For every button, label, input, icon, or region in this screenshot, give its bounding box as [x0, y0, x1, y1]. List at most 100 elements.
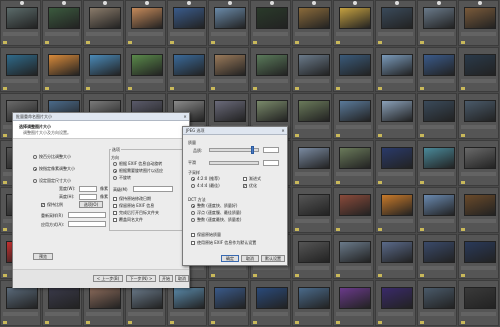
- thumbnail-cell[interactable]: [458, 93, 499, 140]
- thumbnail-cell[interactable]: [291, 93, 333, 140]
- apply-label: 应用方式(A):: [41, 222, 65, 227]
- check1-label: 保持原始修改日期: [119, 196, 151, 201]
- thumbnail-cell[interactable]: [0, 46, 41, 93]
- thumbnail-cell[interactable]: [333, 233, 374, 280]
- thumbnail-image: [464, 287, 497, 310]
- check3-checkbox[interactable]: [113, 211, 117, 215]
- option-fixed-radio[interactable]: [33, 179, 37, 183]
- thumbnail-cell[interactable]: [41, 0, 83, 46]
- jpeg-ok-button[interactable]: 确定: [221, 255, 239, 262]
- start-button[interactable]: 开始: [159, 275, 173, 282]
- rotate-opt3-radio[interactable]: [113, 176, 117, 180]
- thumbnail-cell[interactable]: [416, 46, 458, 93]
- use-exif-checkbox[interactable]: [191, 241, 195, 245]
- check1-checkbox[interactable]: [113, 197, 117, 201]
- thumbnail-cell[interactable]: [375, 140, 416, 186]
- thumbnail-cell[interactable]: [125, 46, 166, 93]
- thumbnail-cell[interactable]: [416, 0, 458, 46]
- thumbnail-cell[interactable]: [208, 0, 249, 46]
- options-button[interactable]: 选项(O): [79, 201, 103, 208]
- rotate-opt1-radio[interactable]: [113, 162, 117, 166]
- thumbnail-cell[interactable]: [375, 280, 416, 326]
- thumbnail-cell[interactable]: [416, 280, 458, 326]
- thumbnail-cell[interactable]: [416, 140, 458, 186]
- sampling-opt1-radio[interactable]: [191, 177, 195, 181]
- thumbnail-cell[interactable]: [333, 93, 374, 140]
- cancel-button[interactable]: 取消: [175, 275, 189, 282]
- thumbnail-cell[interactable]: [333, 46, 374, 93]
- advanced-select[interactable]: [133, 186, 173, 192]
- close-icon[interactable]: ✕: [181, 113, 189, 120]
- method-opt2-radio[interactable]: [191, 211, 195, 215]
- thumbnail-cell[interactable]: [208, 280, 249, 326]
- rotate-opt2-radio[interactable]: [113, 169, 117, 173]
- apply-select[interactable]: [68, 221, 106, 227]
- thumbnail-cell[interactable]: [166, 0, 208, 46]
- progressive-checkbox[interactable]: [243, 177, 247, 181]
- badge-icon: [353, 1, 358, 5]
- thumbnail-cell[interactable]: [333, 186, 374, 233]
- thumbnail-cell[interactable]: [208, 46, 249, 93]
- smoothing-input[interactable]: [263, 160, 279, 166]
- preview-button[interactable]: 预览: [33, 253, 53, 260]
- thumbnail-cell[interactable]: [416, 186, 458, 233]
- jpeg-close-icon[interactable]: ✕: [279, 127, 287, 134]
- thumbnail-cell[interactable]: [250, 0, 291, 46]
- thumbnail-cell[interactable]: [83, 46, 124, 93]
- thumbnail-cell[interactable]: [416, 233, 458, 280]
- jpeg-options-dialog: JPEG 选项 ✕ 质量 品质: 平滑 子采样 4:2:0 (推荐) 4:4:4…: [182, 126, 288, 266]
- folder-icon: [419, 274, 424, 278]
- keep-ratio-checkbox[interactable]: [41, 202, 45, 207]
- thumbnail-cell[interactable]: [166, 46, 208, 93]
- thumbnail-cell[interactable]: [291, 0, 333, 46]
- thumbnail-cell[interactable]: [83, 0, 124, 46]
- optimize-checkbox[interactable]: [243, 183, 247, 188]
- method-opt3-radio[interactable]: [191, 218, 195, 222]
- check2-checkbox[interactable]: [113, 204, 117, 208]
- thumbnail-cell[interactable]: [41, 46, 83, 93]
- thumbnail-cell[interactable]: [333, 140, 374, 186]
- back-button[interactable]: < 上一步(B): [93, 275, 123, 282]
- resample-select[interactable]: [68, 212, 106, 218]
- folder-icon: [294, 134, 299, 138]
- thumbnail-cell[interactable]: [333, 0, 374, 46]
- jpeg-cancel-button[interactable]: 取消: [241, 255, 259, 262]
- thumbnail-cell[interactable]: [291, 186, 333, 233]
- thumbnail-cell[interactable]: [458, 0, 499, 46]
- thumbnail-cell[interactable]: [458, 280, 499, 326]
- thumbnail-cell[interactable]: [0, 0, 41, 46]
- folder-icon: [86, 320, 91, 324]
- quality-slider-thumb[interactable]: [251, 146, 254, 154]
- height-input[interactable]: [79, 194, 97, 200]
- sampling-opt2-radio[interactable]: [191, 184, 195, 188]
- method-opt1-radio[interactable]: [191, 204, 195, 208]
- thumbnail-cell[interactable]: [291, 280, 333, 326]
- thumbnail-cell[interactable]: [250, 46, 291, 93]
- thumbnail-cell[interactable]: [458, 140, 499, 186]
- thumbnail-cell[interactable]: [375, 0, 416, 46]
- thumbnail-cell[interactable]: [250, 280, 291, 326]
- jpeg-default-button[interactable]: 默认设置: [261, 255, 285, 262]
- thumbnail-cell[interactable]: [375, 233, 416, 280]
- smoothing-slider[interactable]: [209, 161, 259, 165]
- thumbnail-cell[interactable]: [458, 186, 499, 233]
- thumbnail-cell[interactable]: [416, 93, 458, 140]
- thumbnail-cell[interactable]: [375, 46, 416, 93]
- check4-checkbox[interactable]: [113, 218, 117, 222]
- thumbnail-cell[interactable]: [458, 233, 499, 280]
- quality-input[interactable]: [263, 147, 279, 153]
- width-input[interactable]: [79, 186, 97, 192]
- next-button[interactable]: 下一步(N) >: [126, 275, 156, 282]
- thumbnail-cell[interactable]: [333, 280, 374, 326]
- option-pixels-radio[interactable]: [33, 167, 37, 171]
- thumbnail-cell[interactable]: [375, 186, 416, 233]
- thumbnail-caption: [461, 312, 496, 317]
- thumbnail-cell[interactable]: [291, 46, 333, 93]
- thumbnail-cell[interactable]: [125, 0, 166, 46]
- keep-quality-checkbox[interactable]: [191, 233, 195, 237]
- option-percent-radio[interactable]: [33, 155, 37, 159]
- thumbnail-cell[interactable]: [375, 93, 416, 140]
- thumbnail-cell[interactable]: [291, 140, 333, 186]
- thumbnail-cell[interactable]: [458, 46, 499, 93]
- thumbnail-cell[interactable]: [291, 233, 333, 280]
